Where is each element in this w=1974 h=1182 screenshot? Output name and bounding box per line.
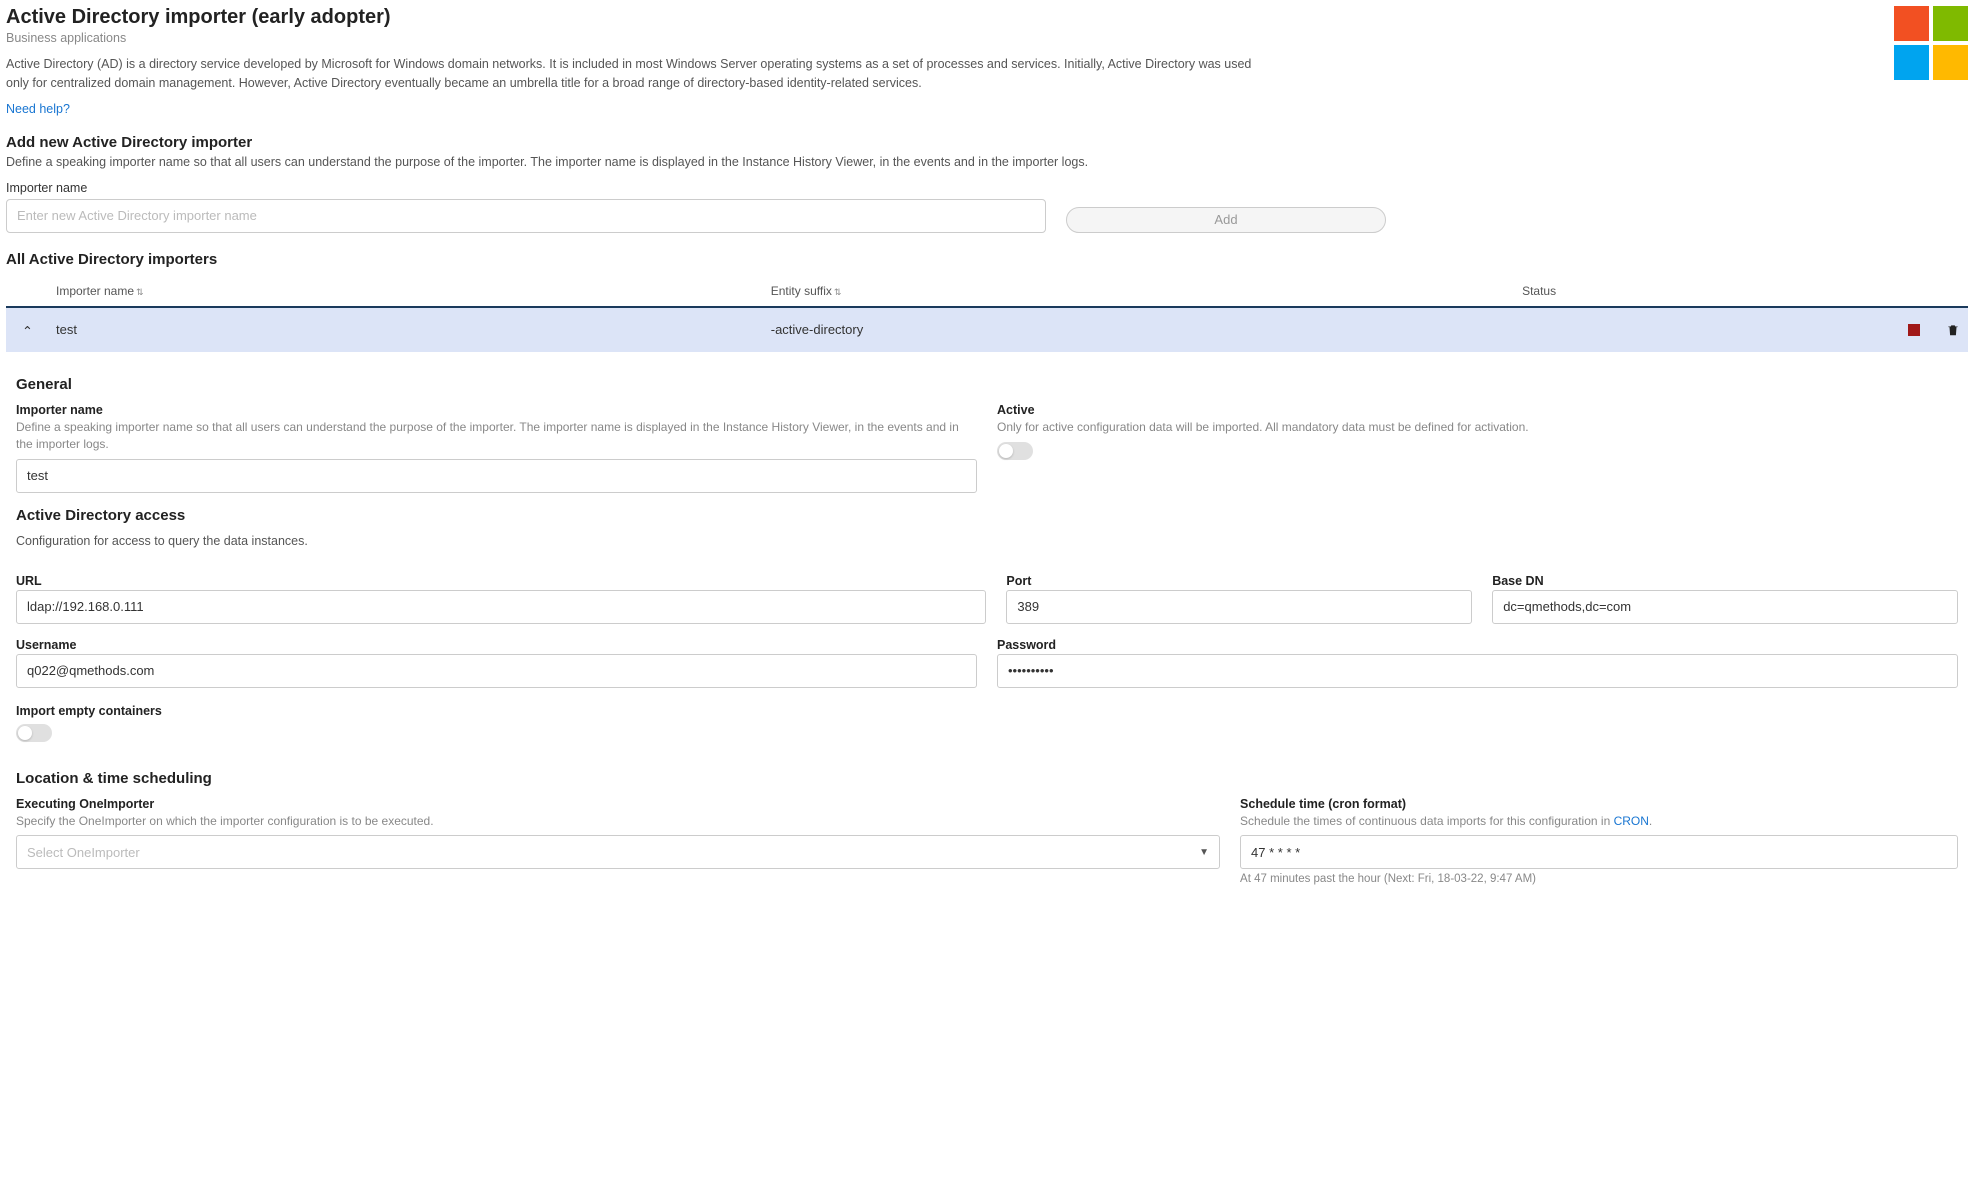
import-empty-toggle[interactable] bbox=[16, 724, 52, 742]
url-label: URL bbox=[16, 574, 986, 588]
active-toggle[interactable] bbox=[997, 442, 1033, 460]
password-input[interactable] bbox=[997, 654, 1958, 688]
importer-name-label: Importer name bbox=[6, 181, 1968, 195]
trash-icon[interactable] bbox=[1946, 322, 1960, 338]
cron-input[interactable] bbox=[1240, 835, 1958, 869]
general-name-label: Importer name bbox=[16, 403, 977, 417]
active-hint: Only for active configuration data will … bbox=[997, 419, 1958, 436]
basedn-input[interactable] bbox=[1492, 590, 1958, 624]
all-importers-title: All Active Directory importers bbox=[6, 251, 1968, 268]
url-input[interactable] bbox=[16, 590, 986, 624]
microsoft-logo bbox=[1894, 6, 1968, 80]
page-title: Active Directory importer (early adopter… bbox=[6, 6, 1894, 29]
chevron-up-icon[interactable]: ⌄ bbox=[22, 322, 33, 338]
page-description: Active Directory (AD) is a directory ser… bbox=[6, 55, 1276, 93]
cron-hint: Schedule the times of continuous data im… bbox=[1240, 813, 1958, 830]
new-importer-name-input[interactable] bbox=[6, 199, 1046, 233]
general-name-hint: Define a speaking importer name so that … bbox=[16, 419, 977, 453]
import-empty-label: Import empty containers bbox=[16, 704, 1958, 718]
status-indicator bbox=[1908, 324, 1920, 336]
caret-down-icon: ▼ bbox=[1199, 847, 1209, 858]
access-section-desc: Configuration for access to query the da… bbox=[16, 534, 1958, 548]
col-importer-name[interactable]: Importer name⇅ bbox=[56, 276, 771, 307]
row-suffix: -active-directory bbox=[771, 307, 1522, 353]
username-label: Username bbox=[16, 638, 977, 652]
add-section-title: Add new Active Directory importer bbox=[6, 134, 1968, 151]
username-input[interactable] bbox=[16, 654, 977, 688]
schedule-section-title: Location & time scheduling bbox=[16, 770, 1958, 787]
port-input[interactable] bbox=[1006, 590, 1472, 624]
general-name-input[interactable] bbox=[16, 459, 977, 493]
cron-label: Schedule time (cron format) bbox=[1240, 797, 1958, 811]
port-label: Port bbox=[1006, 574, 1472, 588]
row-name: test bbox=[56, 307, 771, 353]
active-label: Active bbox=[997, 403, 1958, 417]
table-row[interactable]: ⌄ test -active-directory bbox=[6, 307, 1968, 353]
basedn-label: Base DN bbox=[1492, 574, 1958, 588]
password-label: Password bbox=[997, 638, 1958, 652]
page-subtitle: Business applications bbox=[6, 31, 1894, 45]
general-section-title: General bbox=[16, 376, 1958, 393]
add-button[interactable]: Add bbox=[1066, 207, 1386, 233]
add-section-description: Define a speaking importer name so that … bbox=[6, 155, 1968, 169]
sort-icon: ⇅ bbox=[834, 287, 842, 297]
importers-table: Importer name⇅ Entity suffix⇅ Status ⌄ t… bbox=[6, 276, 1968, 353]
executing-oneimporter-select[interactable]: Select OneImporter ▼ bbox=[16, 835, 1220, 869]
executing-hint: Specify the OneImporter on which the imp… bbox=[16, 813, 1220, 830]
cron-link[interactable]: CRON bbox=[1614, 814, 1649, 828]
sort-icon: ⇅ bbox=[136, 287, 144, 297]
col-status: Status bbox=[1522, 276, 1968, 307]
access-section-title: Active Directory access bbox=[16, 507, 1958, 524]
executing-label: Executing OneImporter bbox=[16, 797, 1220, 811]
col-entity-suffix[interactable]: Entity suffix⇅ bbox=[771, 276, 1522, 307]
cron-next-text: At 47 minutes past the hour (Next: Fri, … bbox=[1240, 873, 1958, 885]
need-help-link[interactable]: Need help? bbox=[6, 102, 70, 116]
